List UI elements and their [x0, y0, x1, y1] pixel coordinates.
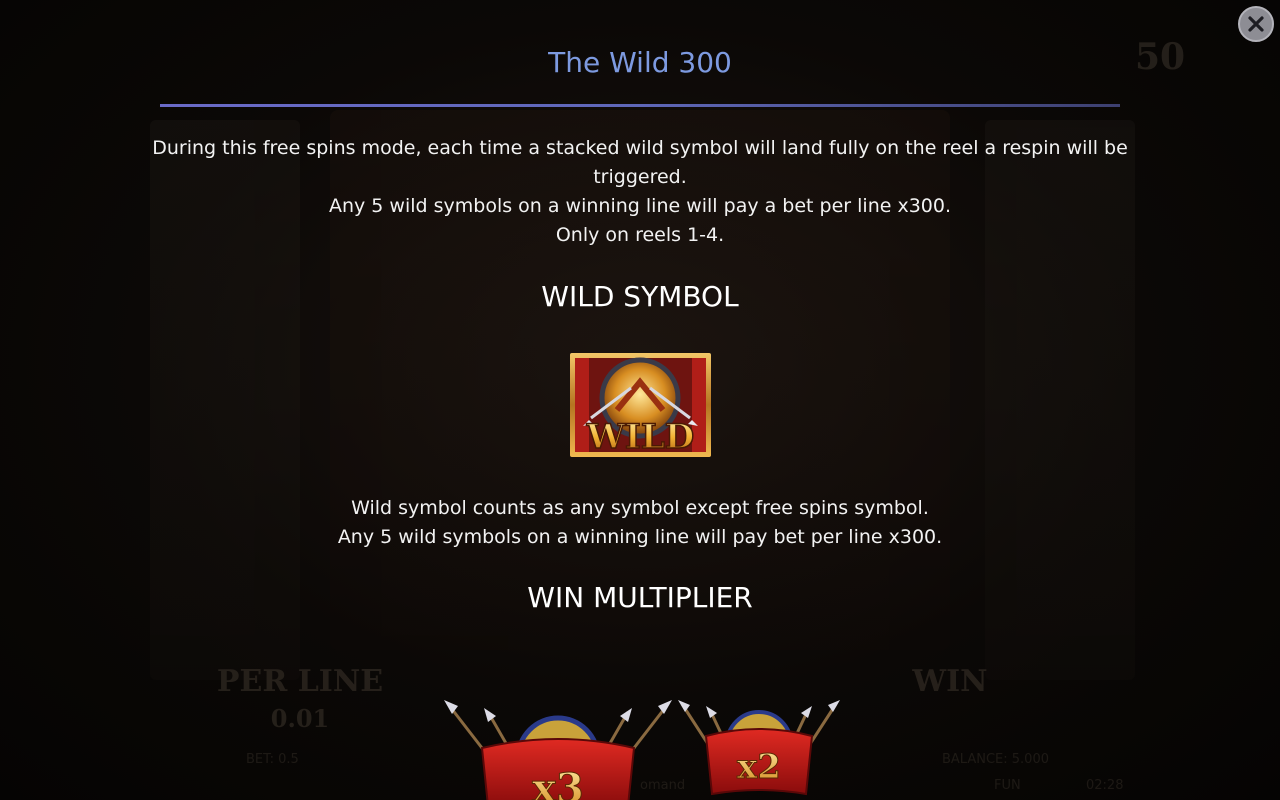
background-bet-text: BET: 0.5 — [246, 752, 299, 767]
description-line: Any 5 wild symbols on a winning line wil… — [337, 526, 943, 548]
close-icon — [1248, 16, 1264, 32]
description-line: Only on reels 1-4. — [555, 224, 725, 246]
wild-symbol-icon: WILD — [570, 353, 711, 458]
wild-symbol-description: Wild symbol counts as any symbol except … — [140, 494, 1140, 552]
close-button[interactable] — [1238, 6, 1274, 42]
multiplier-x2-label: x2 — [737, 747, 781, 787]
paytable-overlay: 50 PER LINE 0.01 WIN BET: 0.5 BALANCE: 5… — [0, 0, 1280, 800]
description-line: triggered. — [593, 166, 687, 188]
description-line: Wild symbol counts as any symbol except … — [351, 497, 929, 519]
title-divider — [160, 104, 1120, 107]
description-line: Any 5 wild symbols on a winning line wil… — [328, 195, 952, 217]
page-title: The Wild 300 — [548, 46, 732, 79]
background-per-line-label: PER LINE — [216, 664, 384, 699]
background-win-label: WIN — [912, 664, 988, 699]
wild-symbol-heading: WILD SYMBOL — [541, 280, 739, 313]
background-per-line-value: 0.01 — [270, 704, 330, 733]
background-clock: 02:28 — [1086, 778, 1124, 793]
multiplier-x2-badge: x2 — [678, 700, 840, 796]
background-balance-text: BALANCE: 5.000 — [942, 752, 1049, 767]
multiplier-x3-label: x3 — [532, 765, 584, 800]
description-line: During this free spins mode, each time a… — [152, 137, 1128, 159]
wild-symbol-text: WILD — [586, 417, 694, 457]
background-fun-text: FUN — [994, 778, 1021, 793]
win-multiplier-heading: WIN MULTIPLIER — [527, 581, 753, 614]
free-spins-description: During this free spins mode, each time a… — [140, 134, 1140, 250]
multiplier-x3-badge: x3 — [444, 700, 672, 800]
